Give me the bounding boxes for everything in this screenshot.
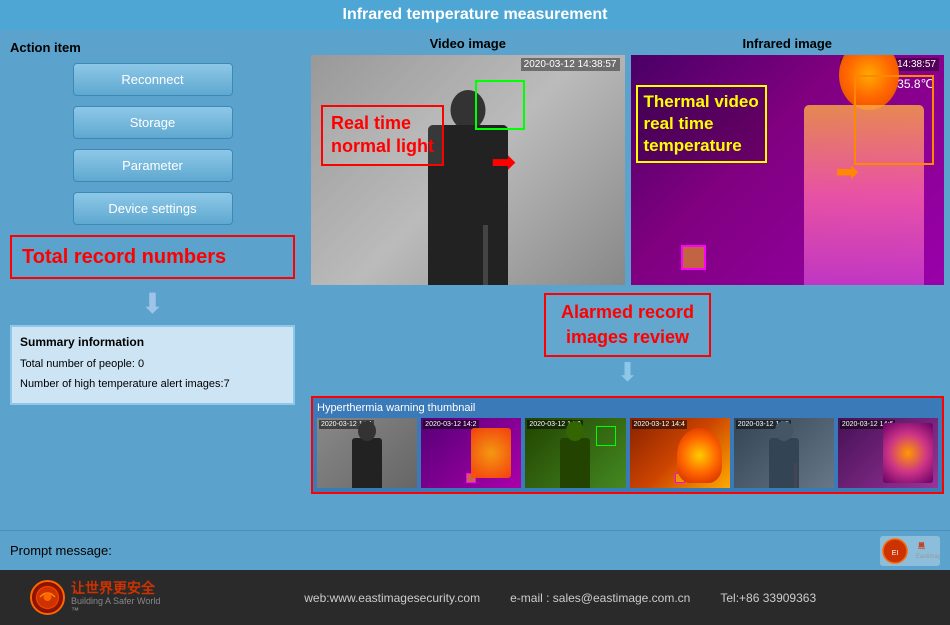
infrared-image-label: Infrared image [631, 36, 945, 51]
real-time-label: Real time normal light [321, 105, 444, 166]
thermal-small-box [681, 245, 706, 270]
real-time-arrow: ➡ [491, 145, 516, 180]
thumbnail-4[interactable]: 2020-03-12 14:4 [630, 418, 730, 488]
title-bar: Infrared temperature measurement [0, 0, 950, 30]
total-record-arrow: ⬇ [10, 287, 295, 320]
camera-tripod [483, 225, 488, 285]
thermal-video-box: 2020-03-12 14:38:57 35.8℃ Thermal video … [631, 55, 945, 285]
thumbnail-1[interactable]: 2020-03-12 14:1 [317, 418, 417, 488]
video-row: 2020-03-12 14:38:57 Real time normal lig… [311, 55, 944, 285]
thumbnails-label: Hyperthermia warning thumbnail [317, 402, 938, 414]
footer-slogan-en: Building A Safer World [71, 596, 160, 606]
total-record-label: Total record numbers [22, 245, 283, 269]
video-image-label: Video image [311, 36, 625, 51]
svg-text:黑: 黑 [918, 541, 925, 550]
alarmed-container: Alarmed record images review ⬇ [311, 293, 944, 388]
storage-button[interactable]: Storage [73, 106, 233, 139]
thumb4-timestamp: 2020-03-12 14:4 [632, 420, 687, 429]
svg-text:EI: EI [892, 550, 899, 557]
normal-video-box: 2020-03-12 14:38:57 Real time normal lig… [311, 55, 625, 285]
thermal-video-label: Thermal video real time temperature [636, 85, 767, 163]
summary-box: Summary information Total number of peop… [10, 325, 295, 405]
thumbnail-2[interactable]: 2020-03-12 14:2 [421, 418, 521, 488]
prompt-label: Prompt message: [10, 543, 112, 558]
summary-alert: Number of high temperature alert images:… [20, 375, 285, 395]
app-title: Infrared temperature measurement [343, 6, 608, 23]
footer-tel: Tel:+86 33909363 [720, 591, 816, 605]
thermal-arrow: ➡ [836, 155, 859, 188]
alarmed-label: Alarmed record images review [544, 293, 711, 357]
thumbnail-6[interactable]: 2020-03-12 14:6 [838, 418, 938, 488]
total-record-box: Total record numbers [10, 235, 295, 279]
footer-logo: 让世界更安全 Building A Safer World ™ [30, 580, 160, 616]
footer-logo-circle [30, 580, 65, 615]
thumbnails-section: Hyperthermia warning thumbnail 2020-03-1… [311, 396, 944, 494]
left-panel: Action item Reconnect Storage Parameter … [0, 30, 305, 530]
footer-logo-text: 让世界更安全 Building A Safer World ™ [71, 580, 160, 616]
svg-text:Eastimage: Eastimage [916, 554, 940, 560]
footer-slogan: 让世界更安全 [71, 580, 160, 597]
footer-info: web:www.eastimagesecurity.com e-mail : s… [200, 591, 920, 605]
thermal-face-box [854, 75, 934, 165]
thumbnails-row: 2020-03-12 14:1 2020-03-12 14:2 2020-03-… [317, 418, 938, 488]
thumbnail-3[interactable]: 2020-03-12 14:3 [525, 418, 625, 488]
footer: 让世界更安全 Building A Safer World ™ web:www.… [0, 570, 950, 625]
summary-people: Total number of people: 0 [20, 355, 285, 375]
reconnect-button[interactable]: Reconnect [73, 63, 233, 96]
summary-title: Summary information [20, 335, 285, 349]
alarmed-arrow: ⬇ [617, 357, 639, 388]
thumb2-timestamp: 2020-03-12 14:2 [423, 420, 478, 429]
main-content: Action item Reconnect Storage Parameter … [0, 30, 950, 530]
footer-tm: ™ [71, 606, 160, 615]
footer-web: web:www.eastimagesecurity.com [304, 591, 480, 605]
logo-area: EI 黑 Eastimage [880, 536, 940, 566]
device-settings-button[interactable]: Device settings [73, 192, 233, 225]
footer-email: e-mail : sales@eastimage.com.cn [510, 591, 690, 605]
thumbnail-5[interactable]: 2020-03-12 14:5 [734, 418, 834, 488]
normal-timestamp: 2020-03-12 14:38:57 [521, 58, 620, 71]
video-labels-row: Video image Infrared image [311, 36, 944, 51]
right-panel: Video image Infrared image 2020-03-12 14… [305, 30, 950, 530]
action-buttons: Reconnect Storage Parameter Device setti… [10, 63, 295, 225]
face-detection-box [475, 80, 525, 130]
prompt-bar: Prompt message: EI 黑 Eastimage [0, 530, 950, 570]
parameter-button[interactable]: Parameter [73, 149, 233, 182]
action-item-label: Action item [10, 40, 295, 55]
